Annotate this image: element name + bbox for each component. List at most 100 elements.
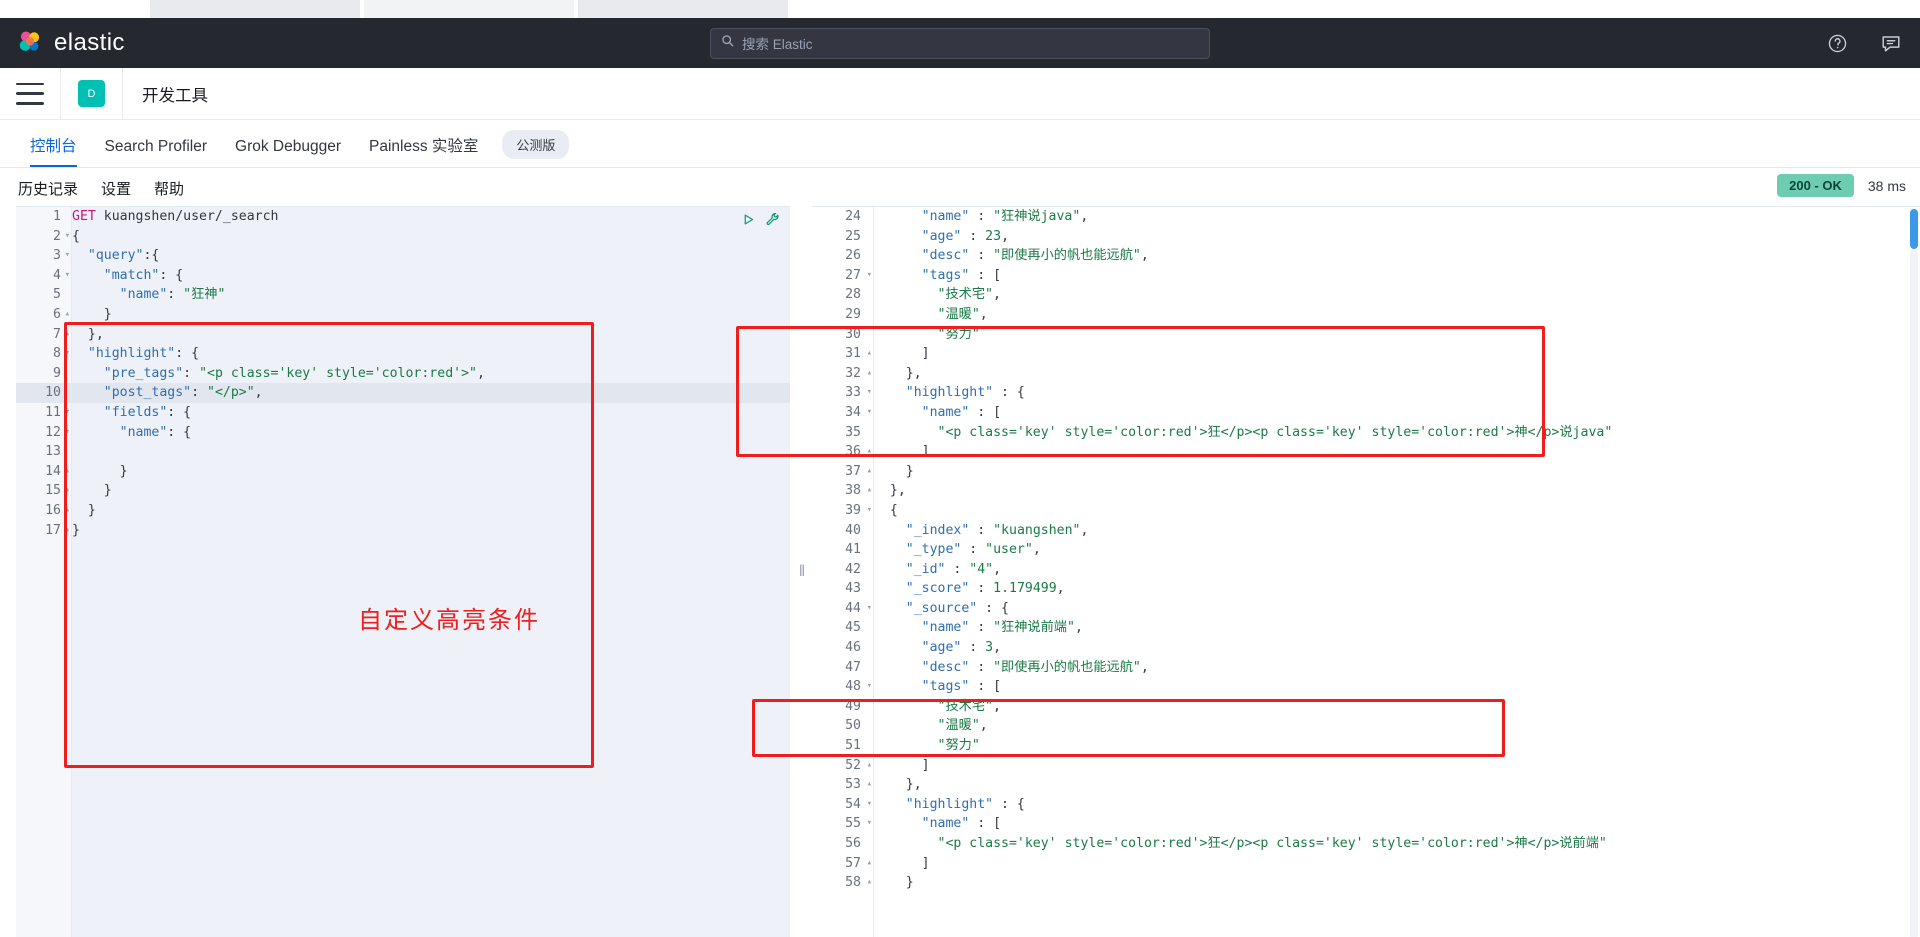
fold-toggle-icon[interactable]: ▾ [867,383,872,403]
code-line[interactable]: "desc" : "即使再小的帆也能远航", [874,246,1908,266]
scrollbar-thumb[interactable] [1910,209,1918,249]
code-line[interactable]: "温暖", [874,716,1908,736]
history-button[interactable]: 历史记录 [18,178,78,199]
response-scrollbar[interactable] [1910,209,1918,937]
space-avatar[interactable]: D [78,80,105,107]
fold-toggle-icon[interactable]: ▾ [867,501,872,521]
code-line[interactable]: } [72,521,790,541]
hamburger-menu-icon[interactable] [16,82,44,105]
elastic-brand[interactable]: elastic [17,29,125,57]
fold-toggle-icon[interactable]: ▴ [867,854,872,874]
code-line[interactable]: "name": { [72,423,790,443]
code-line[interactable]: }, [72,325,790,345]
feedback-icon[interactable] [1880,32,1902,54]
code-line[interactable]: }, [874,775,1908,795]
code-line[interactable]: "技术宅", [874,697,1908,717]
fold-toggle-icon[interactable]: ▾ [867,677,872,697]
code-line[interactable]: "desc" : "即使再小的帆也能远航", [874,658,1908,678]
code-line[interactable]: "技术宅", [874,285,1908,305]
request-editor-pane[interactable]: 1 2 ▾ 3 ▾ 4 ▾ 5 6 ▴ 7 ▴ 8 ▾ 9 10 11 ▾ 12 ▾ 13 14 ▴ 15 ▴ 16 ▴ 17 ▴ GE… [16,206,790,937]
close-icon[interactable]: ✕ [1893,0,1906,4]
code-line[interactable]: "name" : "狂神说java", [874,207,1908,227]
browser-tab[interactable] [364,0,574,18]
code-line[interactable]: } [874,873,1908,893]
code-line[interactable]: GET kuangshen/user/_search [72,207,790,227]
scrollbar-track[interactable] [1910,249,1918,937]
wrench-icon[interactable] [766,212,780,231]
fold-toggle-icon[interactable]: ▴ [867,442,872,462]
fold-toggle-icon[interactable]: ▾ [867,795,872,815]
code-line[interactable]: "name" : [ [874,814,1908,834]
code-line[interactable]: "_index" : "kuangshen", [874,521,1908,541]
fold-toggle-icon[interactable]: ▴ [867,481,872,501]
fold-toggle-icon[interactable]: ▴ [867,462,872,482]
browser-tab[interactable] [150,0,360,18]
fold-toggle-icon[interactable]: ▴ [65,462,70,482]
fold-toggle-icon[interactable]: ▾ [65,246,70,266]
fold-toggle-icon[interactable]: ▴ [867,344,872,364]
code-line[interactable]: ] [874,756,1908,776]
code-line[interactable]: "_id" : "4", [874,560,1908,580]
code-line[interactable]: "努力" [874,325,1908,345]
code-line[interactable]: "highlight" : { [874,383,1908,403]
fold-toggle-icon[interactable]: ▴ [65,501,70,521]
code-line[interactable]: "努力" [874,736,1908,756]
fold-toggle-icon[interactable]: ▾ [65,344,70,364]
request-code[interactable]: GET kuangshen/user/_search{ "query":{ "m… [72,207,790,937]
code-line[interactable] [72,442,790,462]
fold-toggle-icon[interactable]: ▾ [65,423,70,443]
fold-toggle-icon[interactable]: ▴ [867,756,872,776]
code-line[interactable]: "<p class='key' style='color:red'>狂</p><… [874,423,1908,443]
fold-toggle-icon[interactable]: ▾ [867,403,872,423]
tab-console[interactable]: 控制台 [16,138,91,168]
code-line[interactable]: } [72,462,790,482]
code-line[interactable]: "tags" : [ [874,677,1908,697]
play-triangle-icon[interactable] [742,213,755,231]
fold-toggle-icon[interactable]: ▴ [65,325,70,345]
browser-window-controls[interactable]: – □ ✕ [1824,0,1906,4]
fold-toggle-icon[interactable]: ▾ [65,227,70,247]
code-line[interactable]: }, [874,481,1908,501]
code-line[interactable]: } [72,481,790,501]
code-line[interactable]: ] [874,854,1908,874]
fold-toggle-icon[interactable]: ▾ [65,403,70,423]
code-line[interactable]: { [874,501,1908,521]
pane-splitter[interactable]: ‖ [790,206,812,937]
code-line[interactable]: "query":{ [72,246,790,266]
help-button[interactable]: 帮助 [154,178,184,199]
code-line[interactable]: "name" : "狂神说前端", [874,618,1908,638]
code-line[interactable]: }, [874,364,1908,384]
help-circle-icon[interactable] [1827,33,1848,54]
code-line[interactable]: "highlight" : { [874,795,1908,815]
code-line[interactable]: "post_tags": "</p>", [72,383,790,403]
browser-tab[interactable] [578,0,788,18]
code-line[interactable]: { [72,227,790,247]
minimize-icon[interactable]: – [1824,0,1832,4]
restore-icon[interactable]: □ [1858,0,1867,4]
fold-toggle-icon[interactable]: ▾ [65,266,70,286]
code-line[interactable]: "age" : 3, [874,638,1908,658]
code-line[interactable]: "pre_tags": "<p class='key' style='color… [72,364,790,384]
browser-tab-bar[interactable] [150,0,788,18]
code-line[interactable]: "highlight": { [72,344,790,364]
fold-toggle-icon[interactable]: ▴ [65,481,70,501]
code-line[interactable]: } [874,462,1908,482]
code-line[interactable]: "_type" : "user", [874,540,1908,560]
fold-toggle-icon[interactable]: ▴ [867,364,872,384]
tab-grok-debugger[interactable]: Grok Debugger [221,138,355,168]
code-line[interactable]: ] [874,442,1908,462]
tab-painless-lab[interactable]: Painless 实验室 [355,138,492,168]
code-line[interactable]: "name": "狂神" [72,285,790,305]
code-line[interactable]: "<p class='key' style='color:red'>狂</p><… [874,834,1908,854]
fold-toggle-icon[interactable]: ▾ [867,814,872,834]
code-line[interactable]: "match": { [72,266,790,286]
global-search-bar[interactable]: 搜索 Elastic [710,27,1210,59]
code-line[interactable]: "_score" : 1.179499, [874,579,1908,599]
fold-toggle-icon[interactable]: ▴ [65,521,70,541]
code-line[interactable]: "温暖", [874,305,1908,325]
code-line[interactable]: "age" : 23, [874,227,1908,247]
tab-search-profiler[interactable]: Search Profiler [91,138,222,168]
response-viewer-pane[interactable]: 24 25 26 27 ▾ 28 29 30 31 ▴ 32 ▴ 33 ▾ 34 ▾ 35 36 ▴ 37 ▴ 38 ▴ 39… [812,206,1920,937]
fold-toggle-icon[interactable]: ▾ [867,266,872,286]
code-line[interactable]: } [72,305,790,325]
